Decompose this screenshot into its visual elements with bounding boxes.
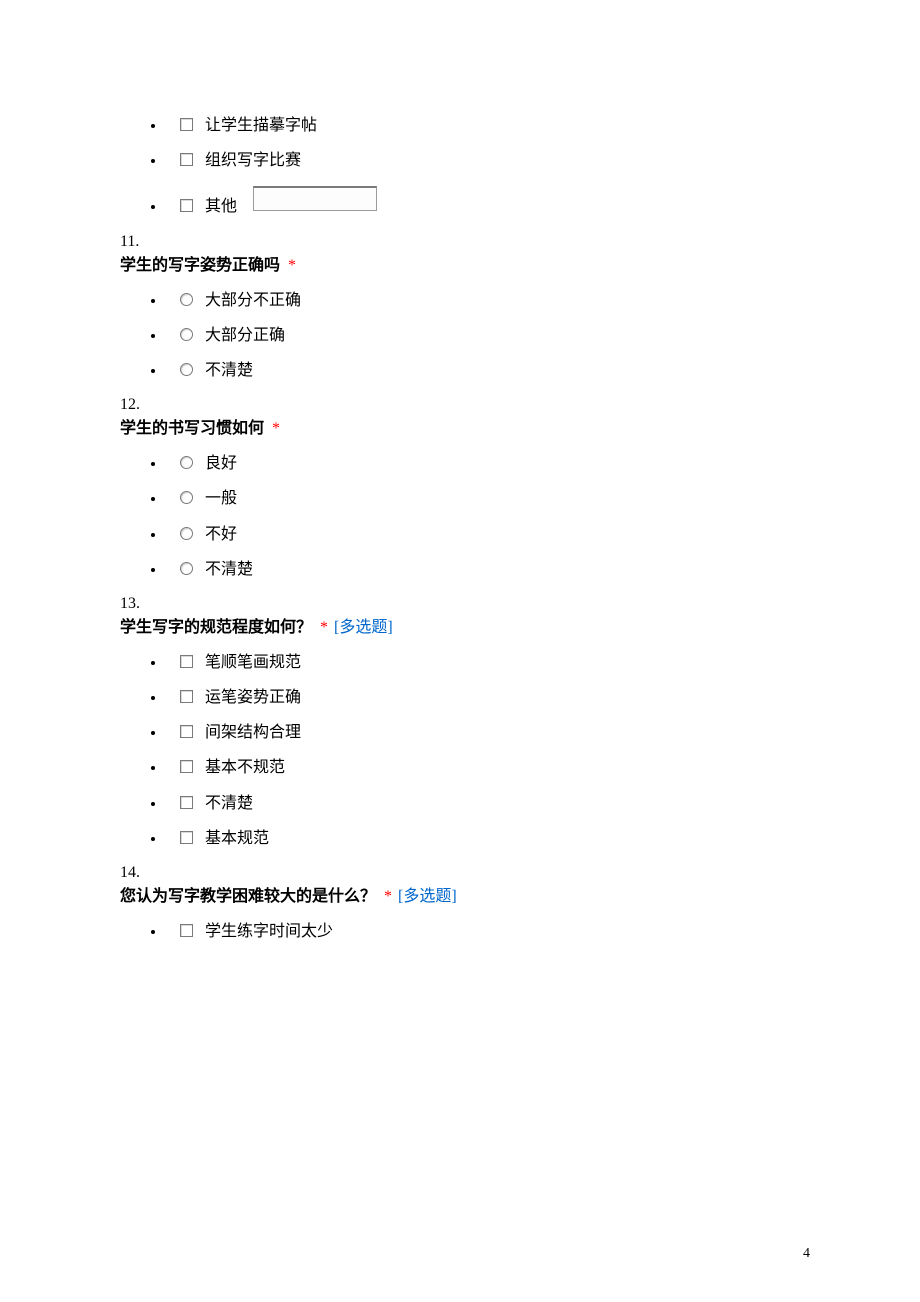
- q14-title-text: 您认为写字教学困难较大的是什么？: [120, 888, 376, 905]
- option-row: 不清楚: [166, 560, 800, 579]
- q14-title: 您认为写字教学困难较大的是什么？ * [多选题]: [120, 882, 800, 906]
- option-row: 运笔姿势正确: [166, 688, 800, 707]
- option-label: 运笔姿势正确: [205, 688, 301, 707]
- option-label: 不好: [205, 525, 237, 544]
- q12-title: 学生的书写习惯如何 *: [120, 414, 800, 438]
- q11-title: 学生的写字姿势正确吗 *: [120, 251, 800, 275]
- radio[interactable]: [180, 527, 193, 540]
- radio[interactable]: [180, 363, 193, 376]
- option-row: 大部分正确: [166, 326, 800, 345]
- q13-options: 笔顺笔画规范 运笔姿势正确 间架结构合理 基本不规范 不清楚: [120, 653, 800, 848]
- checkbox[interactable]: [180, 199, 193, 212]
- q13-title: 学生写字的规范程度如何？ * [多选题]: [120, 613, 800, 637]
- option-label: 间架结构合理: [205, 723, 301, 742]
- multi-mark: [多选题]: [334, 619, 393, 636]
- option-row: 良好: [166, 454, 800, 473]
- option-label: 让学生描摹字帖: [205, 116, 317, 135]
- option-label: 大部分正确: [205, 326, 285, 345]
- option-label: 不清楚: [205, 794, 253, 813]
- q14-number: 14.: [120, 864, 800, 882]
- option-row: 基本不规范: [166, 758, 800, 777]
- q10-extra-options: 让学生描摹字帖 组织写字比赛 其他: [120, 116, 800, 217]
- option-label: 基本规范: [205, 829, 269, 848]
- option-row: 大部分不正确: [166, 291, 800, 310]
- required-mark: *: [272, 420, 280, 437]
- option-row: 基本规范: [166, 829, 800, 848]
- q13-title-text: 学生写字的规范程度如何？: [120, 619, 312, 636]
- other-text-input[interactable]: [253, 186, 377, 211]
- option-row: 让学生描摹字帖: [166, 116, 800, 135]
- option-label: 组织写字比赛: [205, 151, 301, 170]
- option-row: 不好: [166, 525, 800, 544]
- q12-number: 12.: [120, 396, 800, 414]
- checkbox[interactable]: [180, 655, 193, 668]
- radio[interactable]: [180, 328, 193, 341]
- q11-title-text: 学生的写字姿势正确吗: [120, 257, 280, 274]
- checkbox[interactable]: [180, 118, 193, 131]
- radio[interactable]: [180, 491, 193, 504]
- checkbox[interactable]: [180, 153, 193, 166]
- required-mark: *: [384, 888, 392, 905]
- option-label: 其他: [205, 197, 237, 216]
- page-number: 4: [803, 1246, 810, 1262]
- option-row: 间架结构合理: [166, 723, 800, 742]
- radio[interactable]: [180, 293, 193, 306]
- option-row: 一般: [166, 489, 800, 508]
- radio[interactable]: [180, 456, 193, 469]
- q14-options: 学生练字时间太少: [120, 922, 800, 941]
- radio[interactable]: [180, 562, 193, 575]
- option-label: 学生练字时间太少: [205, 922, 333, 941]
- multi-mark: [多选题]: [398, 888, 457, 905]
- checkbox[interactable]: [180, 690, 193, 703]
- option-row: 不清楚: [166, 794, 800, 813]
- option-label: 笔顺笔画规范: [205, 653, 301, 672]
- required-mark: *: [320, 619, 328, 636]
- option-row: 组织写字比赛: [166, 151, 800, 170]
- option-row: 不清楚: [166, 361, 800, 380]
- checkbox[interactable]: [180, 831, 193, 844]
- option-row: 笔顺笔画规范: [166, 653, 800, 672]
- option-row: 学生练字时间太少: [166, 922, 800, 941]
- q13-number: 13.: [120, 595, 800, 613]
- option-label: 良好: [205, 454, 237, 473]
- option-label: 不清楚: [205, 361, 253, 380]
- checkbox[interactable]: [180, 924, 193, 937]
- option-row: 其他: [166, 186, 800, 216]
- required-mark: *: [288, 257, 296, 274]
- option-label: 不清楚: [205, 560, 253, 579]
- q11-options: 大部分不正确 大部分正确 不清楚: [120, 291, 800, 381]
- checkbox[interactable]: [180, 725, 193, 738]
- option-label: 一般: [205, 489, 237, 508]
- q12-title-text: 学生的书写习惯如何: [120, 420, 264, 437]
- option-label: 大部分不正确: [205, 291, 301, 310]
- q12-options: 良好 一般 不好 不清楚: [120, 454, 800, 579]
- q11-number: 11.: [120, 233, 800, 251]
- option-label: 基本不规范: [205, 758, 285, 777]
- checkbox[interactable]: [180, 760, 193, 773]
- checkbox[interactable]: [180, 796, 193, 809]
